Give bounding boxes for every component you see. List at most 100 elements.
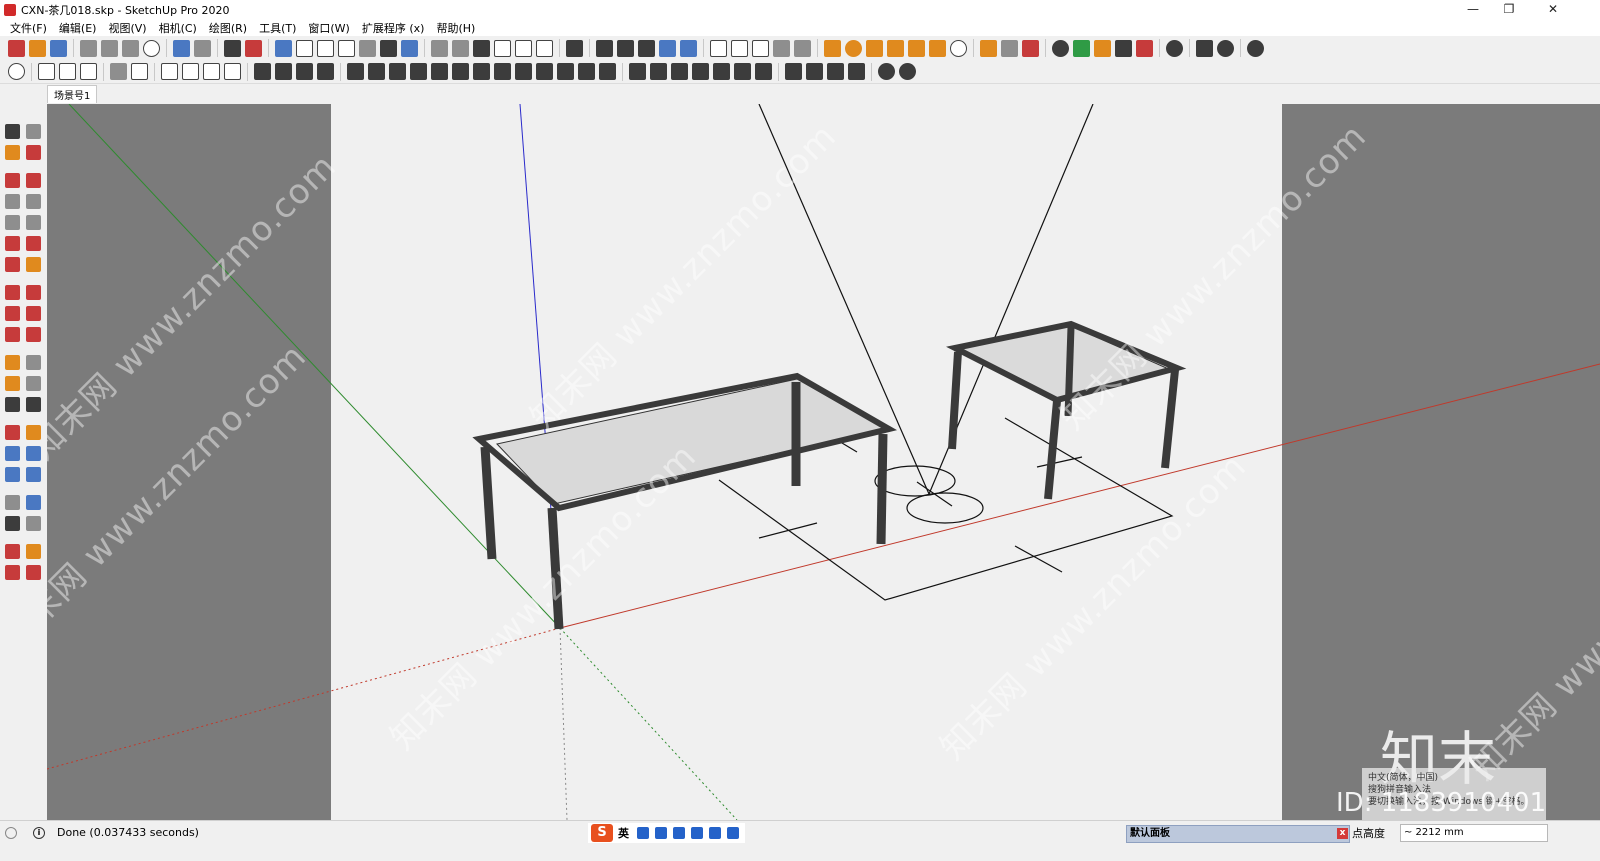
monochrome-style-icon[interactable] bbox=[401, 39, 418, 57]
arc-tool-icon[interactable] bbox=[629, 63, 646, 80]
walk-footprints-icon[interactable] bbox=[5, 516, 20, 531]
columns-icon[interactable] bbox=[734, 63, 751, 80]
geo-location-icon[interactable] bbox=[1094, 39, 1111, 57]
menu-file[interactable]: 文件(F) bbox=[4, 20, 53, 36]
line-pencil-icon[interactable] bbox=[5, 173, 20, 188]
extension-warehouse-icon[interactable] bbox=[980, 39, 997, 57]
skin-shirt-icon[interactable] bbox=[691, 827, 703, 839]
top-view-icon[interactable] bbox=[452, 39, 469, 57]
move-icon[interactable] bbox=[5, 285, 20, 300]
punctuation-icon[interactable] bbox=[637, 827, 649, 839]
circle-icon[interactable] bbox=[5, 215, 20, 230]
previous-view-icon[interactable] bbox=[26, 467, 41, 482]
smoove-icon[interactable] bbox=[638, 39, 655, 57]
measurement-input[interactable]: ~ 2212 mm bbox=[1400, 824, 1548, 842]
add-location-icon[interactable] bbox=[1052, 39, 1069, 57]
bar-chart-icon[interactable] bbox=[317, 63, 334, 80]
close-button[interactable]: ✕ bbox=[1530, 0, 1576, 20]
menu-camera[interactable]: 相机(C) bbox=[153, 20, 203, 36]
3d-text-icon[interactable] bbox=[929, 39, 946, 57]
3d-warehouse-icon[interactable] bbox=[1073, 39, 1090, 57]
select-arrow-icon[interactable] bbox=[5, 124, 20, 139]
sandbox-from-scratch-icon[interactable] bbox=[617, 39, 634, 57]
extension-warehouse-tool-icon[interactable] bbox=[26, 565, 41, 580]
stairs-icon[interactable] bbox=[254, 63, 271, 80]
section-plane-tool-icon[interactable] bbox=[26, 516, 41, 531]
rotated-rectangle-icon[interactable] bbox=[26, 194, 41, 209]
follow-me-icon[interactable] bbox=[368, 63, 385, 80]
zoom-window-icon[interactable] bbox=[26, 446, 41, 461]
copy-icon[interactable] bbox=[101, 39, 118, 57]
tray-close-button[interactable]: x bbox=[1337, 828, 1348, 839]
hidden-line-style-icon[interactable] bbox=[338, 39, 355, 57]
pie-icon[interactable] bbox=[26, 257, 41, 272]
stamp-icon[interactable] bbox=[659, 39, 676, 57]
scale-icon[interactable] bbox=[5, 327, 20, 342]
3d-viewport[interactable]: 知末网 www.znzmo.com 知末网 www.znzmo.com 知末网 … bbox=[47, 104, 1600, 820]
window-shape-icon[interactable] bbox=[161, 63, 178, 80]
back-edges-style-icon[interactable] bbox=[296, 39, 313, 57]
3d-text-tool-icon[interactable] bbox=[26, 397, 41, 412]
redo-icon[interactable] bbox=[194, 39, 211, 57]
push-pull-icon[interactable] bbox=[26, 285, 41, 300]
dimension-icon[interactable] bbox=[887, 39, 904, 57]
right-view-icon[interactable] bbox=[494, 39, 511, 57]
drape-icon[interactable] bbox=[680, 39, 697, 57]
polygon-icon[interactable] bbox=[26, 215, 41, 230]
orbit-icon[interactable] bbox=[5, 425, 20, 440]
erase-icon[interactable] bbox=[143, 39, 160, 57]
menu-draw[interactable]: 绘图(R) bbox=[203, 20, 253, 36]
cloud-shape-icon[interactable] bbox=[59, 63, 76, 80]
three-point-arc-icon[interactable] bbox=[5, 257, 20, 272]
figure-icon[interactable] bbox=[827, 63, 844, 80]
fog-icon[interactable] bbox=[794, 39, 811, 57]
print-icon[interactable] bbox=[224, 39, 241, 57]
roof-icon[interactable] bbox=[785, 63, 802, 80]
shadows-icon[interactable] bbox=[773, 39, 790, 57]
brush-icon[interactable] bbox=[848, 63, 865, 80]
render-start-icon[interactable] bbox=[899, 63, 916, 80]
position-camera-tool-icon[interactable] bbox=[5, 495, 20, 510]
cloud-outline-icon[interactable] bbox=[80, 63, 97, 80]
open-file-icon[interactable] bbox=[29, 39, 46, 57]
arc-icon[interactable] bbox=[5, 236, 20, 251]
microphone-icon[interactable] bbox=[655, 827, 667, 839]
menu-edit[interactable]: 编辑(E) bbox=[53, 20, 103, 36]
share-component-icon[interactable] bbox=[5, 565, 20, 580]
spiral-icon[interactable] bbox=[692, 63, 709, 80]
zoom-extents-icon[interactable] bbox=[5, 467, 20, 482]
info-circle-icon[interactable]: i bbox=[33, 826, 45, 839]
axes-tool-icon[interactable] bbox=[5, 397, 20, 412]
info-icon[interactable] bbox=[1217, 39, 1234, 57]
front-view-icon[interactable] bbox=[473, 39, 490, 57]
explode-icon[interactable] bbox=[578, 63, 595, 80]
section-cut-icon[interactable] bbox=[731, 39, 748, 57]
iso-view-icon[interactable] bbox=[431, 39, 448, 57]
make-component-icon[interactable] bbox=[26, 124, 41, 139]
cut-icon[interactable] bbox=[80, 39, 97, 57]
new-file-icon[interactable] bbox=[8, 39, 25, 57]
chamfer-icon[interactable] bbox=[410, 63, 427, 80]
panel-shape-icon[interactable] bbox=[182, 63, 199, 80]
left-view-icon[interactable] bbox=[536, 39, 553, 57]
bag-shape-icon[interactable] bbox=[38, 63, 55, 80]
pan-hand-icon[interactable] bbox=[26, 425, 41, 440]
model-info-icon[interactable] bbox=[245, 39, 262, 57]
section-plane-icon[interactable] bbox=[710, 39, 727, 57]
rectangle-icon[interactable] bbox=[5, 194, 20, 209]
toolbox-grid-icon[interactable] bbox=[709, 827, 721, 839]
dashed-line-icon[interactable] bbox=[650, 63, 667, 80]
menu-help[interactable]: 帮助(H) bbox=[430, 20, 481, 36]
menu-view[interactable]: 视图(V) bbox=[102, 20, 152, 36]
settings-gear-icon[interactable] bbox=[1166, 39, 1183, 57]
railing-icon[interactable] bbox=[755, 63, 772, 80]
menu-tools[interactable]: 工具(T) bbox=[253, 20, 302, 36]
menu-window[interactable]: 窗口(W) bbox=[302, 20, 355, 36]
paste-icon[interactable] bbox=[122, 39, 139, 57]
subtract-icon[interactable] bbox=[599, 63, 616, 80]
curve-icon[interactable] bbox=[452, 63, 469, 80]
rotate-icon[interactable] bbox=[5, 306, 20, 321]
text-tool-icon[interactable] bbox=[908, 39, 925, 57]
dot-grid-icon[interactable] bbox=[806, 63, 823, 80]
emoji-icon[interactable] bbox=[727, 827, 739, 839]
